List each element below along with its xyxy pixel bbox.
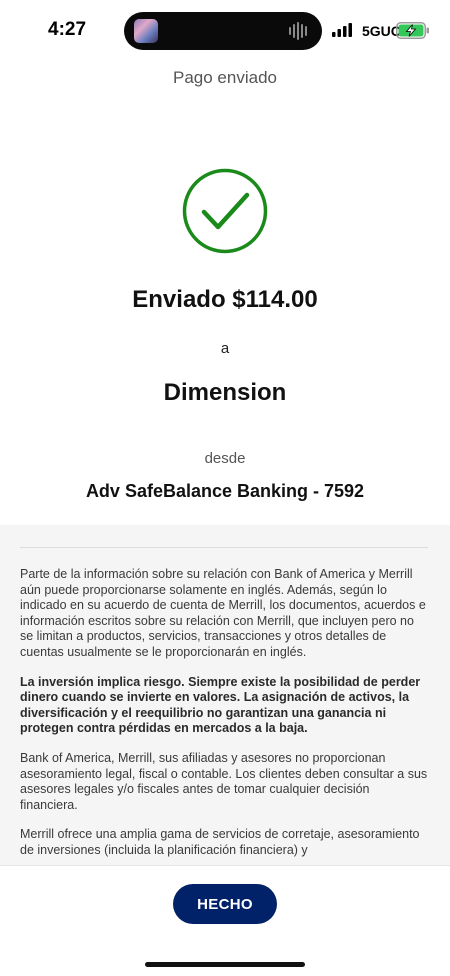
- footer: HECHO: [0, 865, 450, 976]
- source-account: Adv SafeBalance Banking - 7592: [85, 481, 365, 501]
- sent-amount: Enviado $114.00: [132, 286, 318, 313]
- checkmark-circle-icon: [182, 168, 268, 254]
- battery-charging-icon: [396, 22, 429, 39]
- disclosure-paragraph: Parte de la información sobre su relació…: [20, 567, 426, 659]
- disclosure-panel[interactable]: Parte de la información sobre su relació…: [0, 525, 450, 865]
- to-label: a: [220, 340, 230, 357]
- disclosure-paragraph: Bank of America, Merrill, sus afiliadas …: [20, 750, 428, 812]
- page-title: Pago enviado: [173, 68, 277, 87]
- status-indicators: 5GUC: [320, 0, 450, 62]
- dynamic-island[interactable]: [124, 12, 322, 50]
- disclosure-text: Parte de la información sobre su relació…: [20, 567, 430, 865]
- home-indicator[interactable]: [145, 962, 305, 967]
- disclosure-paragraph: Merrill ofrece una amplia gama de servic…: [20, 827, 420, 857]
- status-time: 4:27: [48, 19, 87, 40]
- done-button[interactable]: HECHO: [173, 884, 277, 924]
- divider: [20, 547, 428, 548]
- signal-icon: [332, 23, 352, 37]
- status-bar: 4:27 5GUC: [0, 0, 450, 62]
- now-playing-artwork: [134, 19, 158, 43]
- audio-wave-icon: [289, 22, 307, 40]
- recipient-name: Dimension: [163, 379, 287, 406]
- from-label: desde: [204, 450, 246, 467]
- disclosure-paragraph-risk: La inversión implica riesgo. Siempre exi…: [20, 674, 421, 736]
